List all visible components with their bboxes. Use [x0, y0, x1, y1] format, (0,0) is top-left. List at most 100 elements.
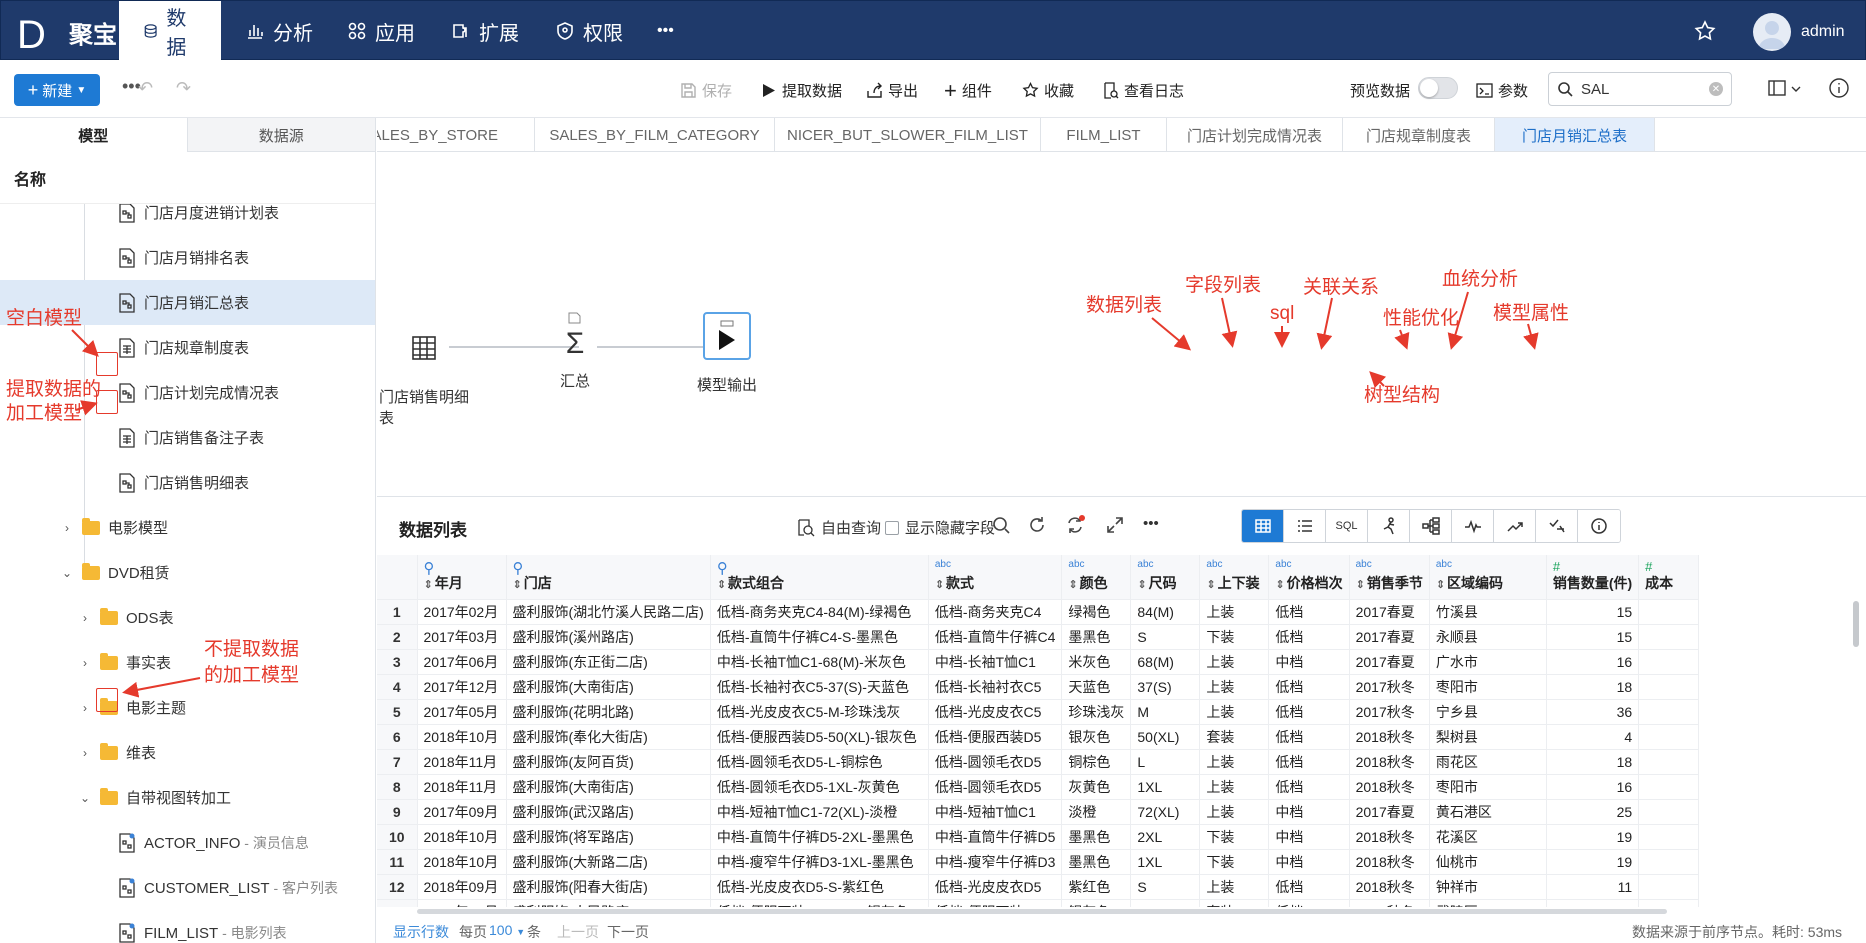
flow-node-output[interactable]: 模型输出: [687, 312, 767, 395]
sort-icon[interactable]: ⇕: [513, 579, 522, 591]
tree-folder[interactable]: ⌄ DVD租赁: [0, 550, 375, 595]
star-icon[interactable]: [1693, 19, 1717, 43]
expand-icon[interactable]: [1105, 515, 1125, 535]
search-input[interactable]: [1581, 80, 1701, 98]
chevron-down-icon[interactable]: ⌄: [78, 791, 92, 805]
sort-icon[interactable]: ⇕: [1137, 579, 1146, 591]
tab-item[interactable]: ALES_BY_STORE: [377, 118, 535, 151]
tab-datasource[interactable]: 数据源: [188, 118, 376, 152]
compare-view-button[interactable]: [1536, 510, 1578, 542]
view-log-button[interactable]: 查看日志: [1102, 80, 1184, 101]
column-header[interactable]: # 销售数量(件): [1546, 555, 1640, 600]
nav-permission[interactable]: 权限: [531, 1, 647, 61]
column-header[interactable]: ⚲ ⇕ 年月: [417, 555, 507, 600]
tree-item-model[interactable]: 门店月度进销计划表: [0, 204, 375, 235]
favorite-button[interactable]: 收藏: [1022, 80, 1074, 101]
column-header[interactable]: # 成本: [1638, 555, 1700, 600]
data-table[interactable]: ⚲ ⇕ 年月 ⚲ ⇕ 门店 ⚲ ⇕ 款式组合 abc ⇕ 款式 abc ⇕ 颜色 abc ⇕ 尺码 abc ⇕ 上下装 a…: [377, 555, 1866, 907]
tree-item-model[interactable]: 门店月销排名表: [0, 235, 375, 280]
show-hidden-checkbox[interactable]: [885, 520, 899, 535]
vertical-scrollbar[interactable]: [1853, 601, 1859, 647]
prev-page-button[interactable]: 上一页: [557, 922, 599, 942]
sort-icon[interactable]: ⇕: [1068, 579, 1077, 591]
table-row[interactable]: 8 2018年11月 盛利服饰(大南街店) 低档-圆领毛衣D5-1XL-灰黄色 低档-圆…: [377, 774, 1700, 800]
params-button[interactable]: 参数: [1476, 80, 1528, 101]
tree-folder[interactable]: › ODS表: [0, 595, 375, 640]
page-size-select[interactable]: 100 ▼: [489, 922, 525, 938]
table-row[interactable]: 9 2017年09月 盛利服饰(武汉路店) 中档-短袖T恤C1-72(XL)-淡橙 中档…: [377, 799, 1700, 825]
column-header[interactable]: abc ⇕ 尺码: [1130, 555, 1201, 600]
tree-folder[interactable]: › 电影主题: [0, 685, 375, 730]
tree-view-button[interactable]: [1410, 510, 1452, 542]
info-icon[interactable]: [1828, 77, 1850, 99]
component-button[interactable]: + 组件: [944, 79, 992, 101]
table-row[interactable]: 5 2017年05月 盛利服饰(花明北路) 低档-光皮皮衣C5-M-珍珠浅灰 低档-光皮…: [377, 699, 1700, 725]
tab-item[interactable]: NICER_BUT_SLOWER_FILM_LIST: [775, 118, 1041, 151]
relations-view-button[interactable]: [1368, 510, 1410, 542]
tree-item-model[interactable]: 门店销售明细表: [0, 460, 375, 505]
export-button[interactable]: 导出: [866, 80, 918, 101]
table-row[interactable]: 132017年09月盛利服饰(人民路店)低档-便服西装C5-44(S)-银灰色低…: [377, 899, 1700, 907]
chevron-down-icon[interactable]: ⌄: [60, 566, 74, 580]
username[interactable]: admin: [1801, 23, 1845, 41]
avatar[interactable]: [1753, 13, 1791, 51]
tree-folder[interactable]: › 事实表: [0, 640, 375, 685]
save-button[interactable]: 保存: [680, 80, 732, 101]
tree-item-model[interactable]: FILM_LIST - 电影列表: [0, 910, 375, 943]
table-row[interactable]: 1 2017年02月 盛利服饰(湖北竹溪人民路二店) 低档-商务夹克C4-84(M)-…: [377, 599, 1700, 625]
table-row[interactable]: 12 2018年09月 盛利服饰(阳春大街店) 低档-光皮皮衣D5-S-紫红色 低档-光…: [377, 874, 1700, 900]
data-list-view-button[interactable]: [1242, 510, 1284, 542]
flow-node-source[interactable]: 门店销售明细表: [379, 324, 469, 428]
tree-item-sheet[interactable]: 门店规章制度表: [0, 325, 375, 370]
field-list-view-button[interactable]: [1284, 510, 1326, 542]
chevron-right-icon[interactable]: ›: [78, 701, 92, 715]
more-icon[interactable]: •••: [1143, 515, 1159, 532]
sort-icon[interactable]: ⇕: [717, 579, 726, 591]
refresh-icon[interactable]: [1027, 515, 1047, 535]
tree-folder[interactable]: › 电影模型: [0, 505, 375, 550]
table-row[interactable]: 4 2017年12月 盛利服饰(大南街店) 低档-长袖衬衣C5-37(S)-天蓝色 低档…: [377, 674, 1700, 700]
clear-icon[interactable]: ✕: [1709, 82, 1723, 96]
column-header[interactable]: ⚲ ⇕ 款式组合: [710, 555, 929, 600]
column-header[interactable]: abc ⇕ 价格档次: [1268, 555, 1350, 600]
flow-canvas[interactable]: 门店销售明细表 Σ 汇总 模型输出: [377, 152, 1866, 496]
nav-extension[interactable]: 扩展: [427, 1, 543, 61]
extract-data-button[interactable]: 提取数据: [760, 80, 842, 101]
tree-item-model[interactable]: CUSTOMER_LIST - 客户列表: [0, 865, 375, 910]
sort-icon[interactable]: ⇕: [935, 579, 944, 591]
next-page-button[interactable]: 下一页: [607, 922, 649, 942]
free-query-button[interactable]: 自由查询: [797, 517, 881, 538]
preview-toggle[interactable]: [1418, 77, 1458, 99]
column-header[interactable]: abc ⇕ 款式: [928, 555, 1063, 600]
nav-apps[interactable]: 应用: [323, 1, 439, 61]
nav-data[interactable]: 数据: [119, 1, 221, 61]
tab-item-active[interactable]: 门店月销汇总表: [1495, 118, 1655, 151]
sql-view-button[interactable]: SQL: [1326, 510, 1368, 542]
table-row[interactable]: 6 2018年10月 盛利服饰(奉化大街店) 低档-便服西装D5-50(XL)-银灰色…: [377, 724, 1700, 750]
table-row[interactable]: 11 2018年10月 盛利服饰(大新路二店) 中档-瘦窄牛仔裤D3-1XL-墨黑色中…: [377, 849, 1700, 875]
tab-item[interactable]: 门店计划完成情况表: [1167, 118, 1343, 151]
sort-icon[interactable]: ⇕: [1275, 579, 1284, 591]
sort-icon[interactable]: ⇕: [424, 579, 433, 591]
tree-item-model[interactable]: ACTOR_INFO - 演员信息: [0, 820, 375, 865]
search-icon[interactable]: [991, 515, 1011, 535]
rows-display-label[interactable]: 显示行数: [393, 922, 449, 942]
redo-icon[interactable]: ↷: [176, 78, 191, 99]
column-header[interactable]: abc ⇕ 区域编码: [1429, 555, 1547, 600]
tree-folder[interactable]: › 维表: [0, 730, 375, 775]
chevron-right-icon[interactable]: ›: [60, 521, 74, 535]
tab-item[interactable]: 门店规章制度表: [1343, 118, 1495, 151]
performance-view-button[interactable]: [1452, 510, 1494, 542]
logo[interactable]: D: [13, 10, 57, 57]
sort-icon[interactable]: ⇕: [1356, 579, 1365, 591]
table-row[interactable]: 3 2017年06月 盛利服饰(东正街二店) 中档-长袖T恤C1-68(M)-米灰色中…: [377, 649, 1700, 675]
column-header[interactable]: abc ⇕ 销售季节: [1349, 555, 1430, 600]
new-button[interactable]: + 新建 ▼: [14, 74, 100, 106]
lineage-view-button[interactable]: [1494, 510, 1536, 542]
table-row[interactable]: 7 2018年11月 盛利服饰(友阿百货) 低档-圆领毛衣D5-L-铜棕色 低档-圆领毛…: [377, 749, 1700, 775]
table-row[interactable]: 2 2017年03月 盛利服饰(溪州路店) 低档-直筒牛仔裤C4-S-墨黑色 低档-直筒…: [377, 624, 1700, 650]
chevron-right-icon[interactable]: ›: [78, 611, 92, 625]
nav-analysis[interactable]: 分析: [221, 1, 337, 61]
table-row[interactable]: 10 2018年10月 盛利服饰(将军路店) 中档-直筒牛仔裤D5-2XL-墨黑色 中档…: [377, 824, 1700, 850]
sync-icon[interactable]: [1065, 515, 1085, 535]
